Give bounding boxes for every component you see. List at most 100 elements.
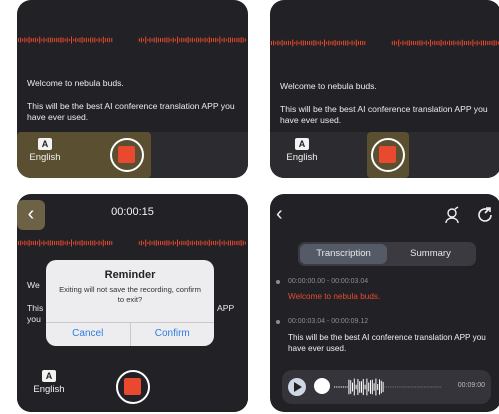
waveform-bar xyxy=(77,241,79,245)
waveform-bar xyxy=(18,38,19,42)
waveform-bar xyxy=(425,40,427,46)
waveform-bar xyxy=(34,37,36,43)
waveform-bar xyxy=(66,240,68,246)
waveform-bar xyxy=(336,41,338,45)
waveform-bar xyxy=(451,40,453,46)
waveform-bar xyxy=(353,41,355,45)
waveform-bar xyxy=(170,241,172,245)
back-chevron-icon[interactable]: ‹ xyxy=(276,204,283,224)
stop-record-button[interactable] xyxy=(371,138,405,172)
waveform-bar xyxy=(73,241,75,245)
bottom-bar: A English xyxy=(17,366,248,412)
entry-dot xyxy=(276,280,280,284)
waveform-bar xyxy=(219,239,221,247)
waveform-bar xyxy=(24,37,26,43)
waveform-bar xyxy=(418,386,420,388)
waveform-bar xyxy=(181,37,183,43)
cancel-button[interactable]: Cancel xyxy=(46,323,130,346)
waveform-bar xyxy=(168,37,170,43)
share-icon[interactable] xyxy=(476,206,494,229)
waveform-bar xyxy=(215,37,217,43)
waveform-bar xyxy=(340,41,342,45)
stop-record-button[interactable] xyxy=(116,370,150,404)
waveform-bar xyxy=(304,40,306,46)
waveform-bar xyxy=(416,386,418,388)
waveform-bar xyxy=(232,240,234,246)
waveform-bar xyxy=(162,38,164,42)
waveform-bar xyxy=(160,37,162,43)
waveform-bar xyxy=(461,39,463,47)
waveform-bar xyxy=(438,40,440,46)
waveform-bar xyxy=(85,37,87,43)
waveform-bar xyxy=(434,386,436,388)
waveform-bar xyxy=(370,380,371,394)
waveform-bar xyxy=(179,241,181,245)
language-label: English xyxy=(33,384,65,395)
waveform-bar xyxy=(472,39,474,47)
welcome-message: Welcome to nebula buds. xyxy=(27,78,124,88)
stop-record-icon xyxy=(379,146,396,163)
waveform-bar xyxy=(489,40,491,46)
waveform-bar xyxy=(138,38,140,42)
waveform-bar xyxy=(202,241,204,245)
stop-record-button[interactable] xyxy=(110,138,144,172)
waveform-bar xyxy=(240,37,242,43)
waveform-bar xyxy=(361,381,362,393)
language-button[interactable]: A English xyxy=(25,136,65,176)
waveform-bar xyxy=(434,40,436,46)
waveform-bar xyxy=(164,37,166,43)
language-button[interactable]: A English xyxy=(282,136,322,176)
waveform-bar xyxy=(459,41,461,45)
waveform-bar xyxy=(362,378,364,396)
audio-player: 00:09:00 xyxy=(282,370,491,404)
waveform-bar xyxy=(423,41,425,45)
waveform-bar xyxy=(54,241,56,245)
waveform-bar xyxy=(45,241,47,245)
waveform-bar xyxy=(185,37,187,43)
audio-waveform xyxy=(17,34,248,46)
waveform-bar xyxy=(32,38,34,42)
speaker-voice-icon[interactable] xyxy=(443,206,461,229)
waveform-bar xyxy=(244,38,246,42)
waveform-bar xyxy=(413,40,415,46)
tab-summary[interactable]: Summary xyxy=(387,244,474,264)
confirm-button[interactable]: Confirm xyxy=(129,323,215,346)
waveform-bar xyxy=(326,41,328,45)
waveform-bar xyxy=(388,386,389,388)
waveform-bar xyxy=(172,37,174,43)
waveform-bar xyxy=(393,40,395,46)
waveform-bar xyxy=(485,40,487,46)
waveform-bar xyxy=(22,241,24,245)
waveform-bar xyxy=(151,38,153,42)
stop-record-icon xyxy=(118,146,135,163)
waveform-bar xyxy=(166,240,168,246)
waveform-bar xyxy=(283,40,285,46)
waveform-bar xyxy=(406,40,408,46)
waveform-bar xyxy=(440,39,442,47)
translate-icon: A xyxy=(42,370,56,382)
waveform-bar xyxy=(400,41,402,45)
waveform-bar xyxy=(100,241,102,245)
waveform-bar xyxy=(371,379,373,395)
language-button[interactable]: A English xyxy=(29,368,69,408)
tab-transcription[interactable]: Transcription xyxy=(300,244,387,264)
waveform-bar xyxy=(364,384,366,390)
waveform-bar xyxy=(157,37,159,43)
waveform-bar xyxy=(302,40,304,46)
waveform-bar xyxy=(307,41,309,45)
screen-transcription-detail: ‹ Transcription Summary 00:00:00.00 - 00… xyxy=(270,194,499,412)
waveform-bar xyxy=(64,38,66,42)
waveform-bar xyxy=(51,37,53,43)
dialog-title: Reminder xyxy=(104,269,156,281)
waveform-bar xyxy=(397,386,398,388)
player-waveform[interactable] xyxy=(334,376,444,398)
waveform-bar xyxy=(242,240,244,246)
waveform-bar xyxy=(328,40,330,46)
waveform-bar xyxy=(196,37,198,43)
play-icon[interactable] xyxy=(288,378,306,396)
waveform-bar xyxy=(221,38,223,42)
waveform-bar xyxy=(234,241,236,245)
waveform-bar xyxy=(236,37,238,43)
scrub-handle[interactable] xyxy=(314,378,330,394)
waveform-bar xyxy=(357,378,359,396)
